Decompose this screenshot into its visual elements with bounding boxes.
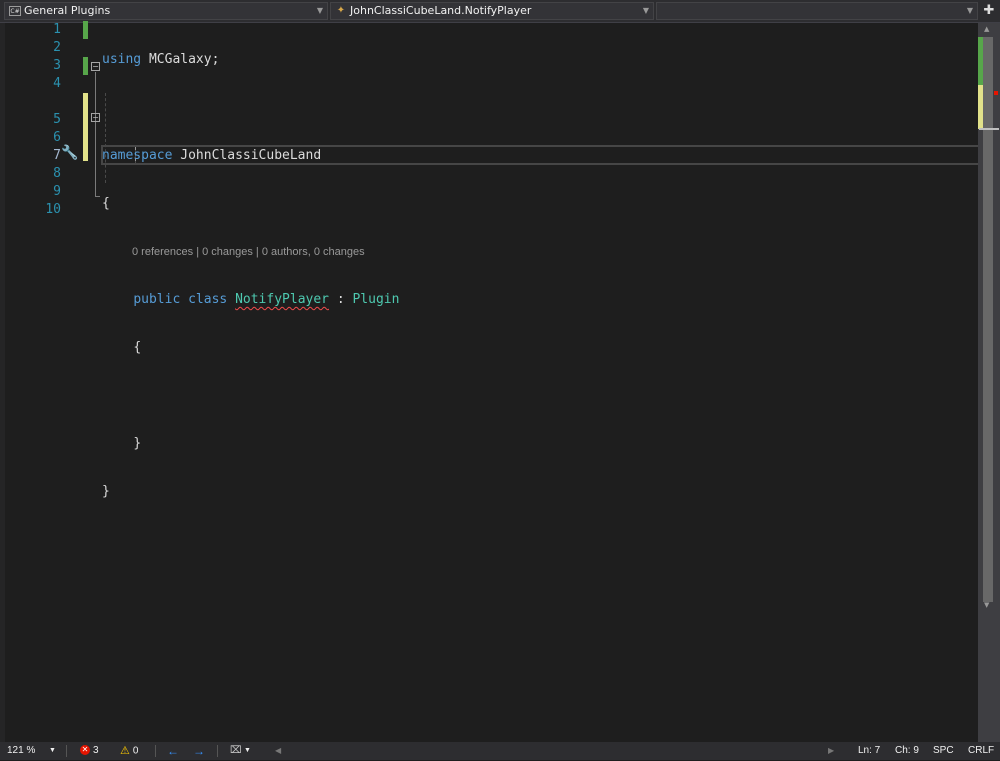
class-name-error[interactable]: NotifyPlayer	[235, 292, 329, 307]
code-line-5: public class NotifyPlayer : Plugin	[102, 291, 399, 309]
keyword: namespace	[102, 148, 173, 163]
code-line-4: {	[102, 196, 110, 211]
scroll-up-icon[interactable]: ▲	[984, 25, 989, 33]
base-type: Plugin	[352, 292, 400, 307]
chevron-down-icon[interactable]: ▼	[49, 742, 56, 760]
line-number: 6	[53, 130, 61, 145]
code-line-3: namespace JohnClassiCubeLand	[102, 147, 399, 165]
code-cleanup-icon[interactable]: ⌧	[230, 742, 242, 760]
navigate-forward-icon[interactable]: →	[193, 742, 205, 760]
code-text: }	[133, 436, 142, 451]
scrollbar-thumb[interactable]	[983, 37, 993, 602]
editor-status-bar: 121 % ▼ ✕ 3 ⚠ 0 ← → ⌧ ▼ ◀ ▶ Ln: 7 Ch: 9 SP…	[0, 742, 1000, 760]
line-ending-mode[interactable]: CRLF	[968, 742, 994, 760]
warning-icon: ⚠	[120, 745, 130, 757]
code-text: JohnClassiCubeLand	[172, 148, 322, 163]
code-text: :	[329, 292, 353, 307]
line-number: 4	[53, 76, 61, 91]
scroll-left-icon[interactable]: ◀	[275, 742, 281, 760]
code-editor[interactable]: using MCGalaxy; namespace JohnClassiCube…	[102, 21, 399, 564]
quick-actions-screwdriver-icon[interactable]: 🔧	[60, 144, 80, 162]
navigation-bar: C# General Plugins ▼ ✦ JohnClassiCubeLand.…	[0, 0, 1000, 23]
whitespace-mode[interactable]: SPC	[933, 742, 954, 760]
split-window-icon[interactable]: ✚	[980, 2, 998, 20]
chevron-down-icon: ▼	[642, 6, 649, 15]
collapse-namespace-icon[interactable]: −	[91, 62, 100, 71]
code-text: {	[133, 340, 142, 355]
divider	[217, 745, 218, 757]
warnings-indicator[interactable]: ⚠ 0	[120, 742, 138, 761]
saved-change-marker	[83, 57, 88, 75]
type-dropdown[interactable]: ✦ JohnClassiCubeLand.NotifyPlayer ▼	[330, 2, 654, 20]
member-dropdown[interactable]: ▼	[656, 2, 978, 20]
divider	[155, 745, 156, 757]
line-number: 1	[53, 22, 61, 37]
keyword: using	[102, 52, 142, 67]
codelens-info[interactable]: 0 references | 0 changes | 0 authors, 0 …	[102, 243, 399, 261]
keyword: class	[188, 292, 228, 307]
char-position[interactable]: Ch: 9	[895, 742, 919, 760]
keyword: public	[133, 292, 181, 307]
code-line-8: }	[102, 435, 399, 453]
error-count: 3	[93, 745, 99, 756]
line-number-gutter: 1 2 3 4 5 6 7 8 9 10	[30, 21, 61, 219]
fold-line	[95, 123, 96, 178]
code-line-9: }	[102, 484, 110, 499]
project-dropdown-label: General Plugins	[24, 4, 111, 17]
unsaved-change-marker	[83, 93, 88, 161]
chevron-down-icon[interactable]: ▼	[244, 742, 251, 760]
divider	[66, 745, 67, 757]
vertical-scrollbar[interactable]: ▲ ▼	[978, 23, 1000, 743]
class-icon: ✦	[336, 5, 346, 16]
navigate-back-icon[interactable]: ←	[167, 742, 179, 760]
chevron-down-icon: ▼	[316, 6, 323, 15]
scroll-down-icon[interactable]: ▼	[984, 601, 989, 609]
line-number: 2	[53, 40, 61, 55]
fold-line-end	[95, 196, 100, 197]
scrollbar-caret-marker	[979, 128, 999, 130]
scrollbar-error-marker	[994, 91, 998, 95]
saved-change-marker	[83, 21, 88, 39]
csharp-project-icon: C#	[9, 6, 21, 16]
line-position[interactable]: Ln: 7	[858, 742, 880, 760]
scroll-right-icon[interactable]: ▶	[828, 742, 834, 760]
line-number: 9	[53, 184, 61, 199]
code-line-1: using MCGalaxy;	[102, 51, 399, 69]
line-number-current: 7	[53, 148, 61, 163]
line-number: 3	[53, 58, 61, 73]
line-number: 10	[45, 202, 61, 217]
project-dropdown[interactable]: C# General Plugins ▼	[4, 2, 328, 20]
chevron-down-icon: ▼	[966, 6, 973, 15]
line-number: 8	[53, 166, 61, 181]
scrollbar-unsaved-marker	[978, 85, 983, 129]
errors-indicator[interactable]: ✕ 3	[80, 742, 99, 760]
type-dropdown-label: JohnClassiCubeLand.NotifyPlayer	[350, 4, 532, 17]
warning-count: 0	[132, 745, 139, 757]
left-margin	[0, 23, 5, 743]
collapse-class-icon[interactable]: −	[91, 113, 100, 122]
line-number: 5	[53, 112, 61, 127]
zoom-level[interactable]: 121 %	[7, 742, 35, 760]
code-line-6: {	[102, 339, 399, 357]
code-text: MCGalaxy;	[141, 52, 220, 67]
error-icon: ✕	[80, 745, 90, 756]
